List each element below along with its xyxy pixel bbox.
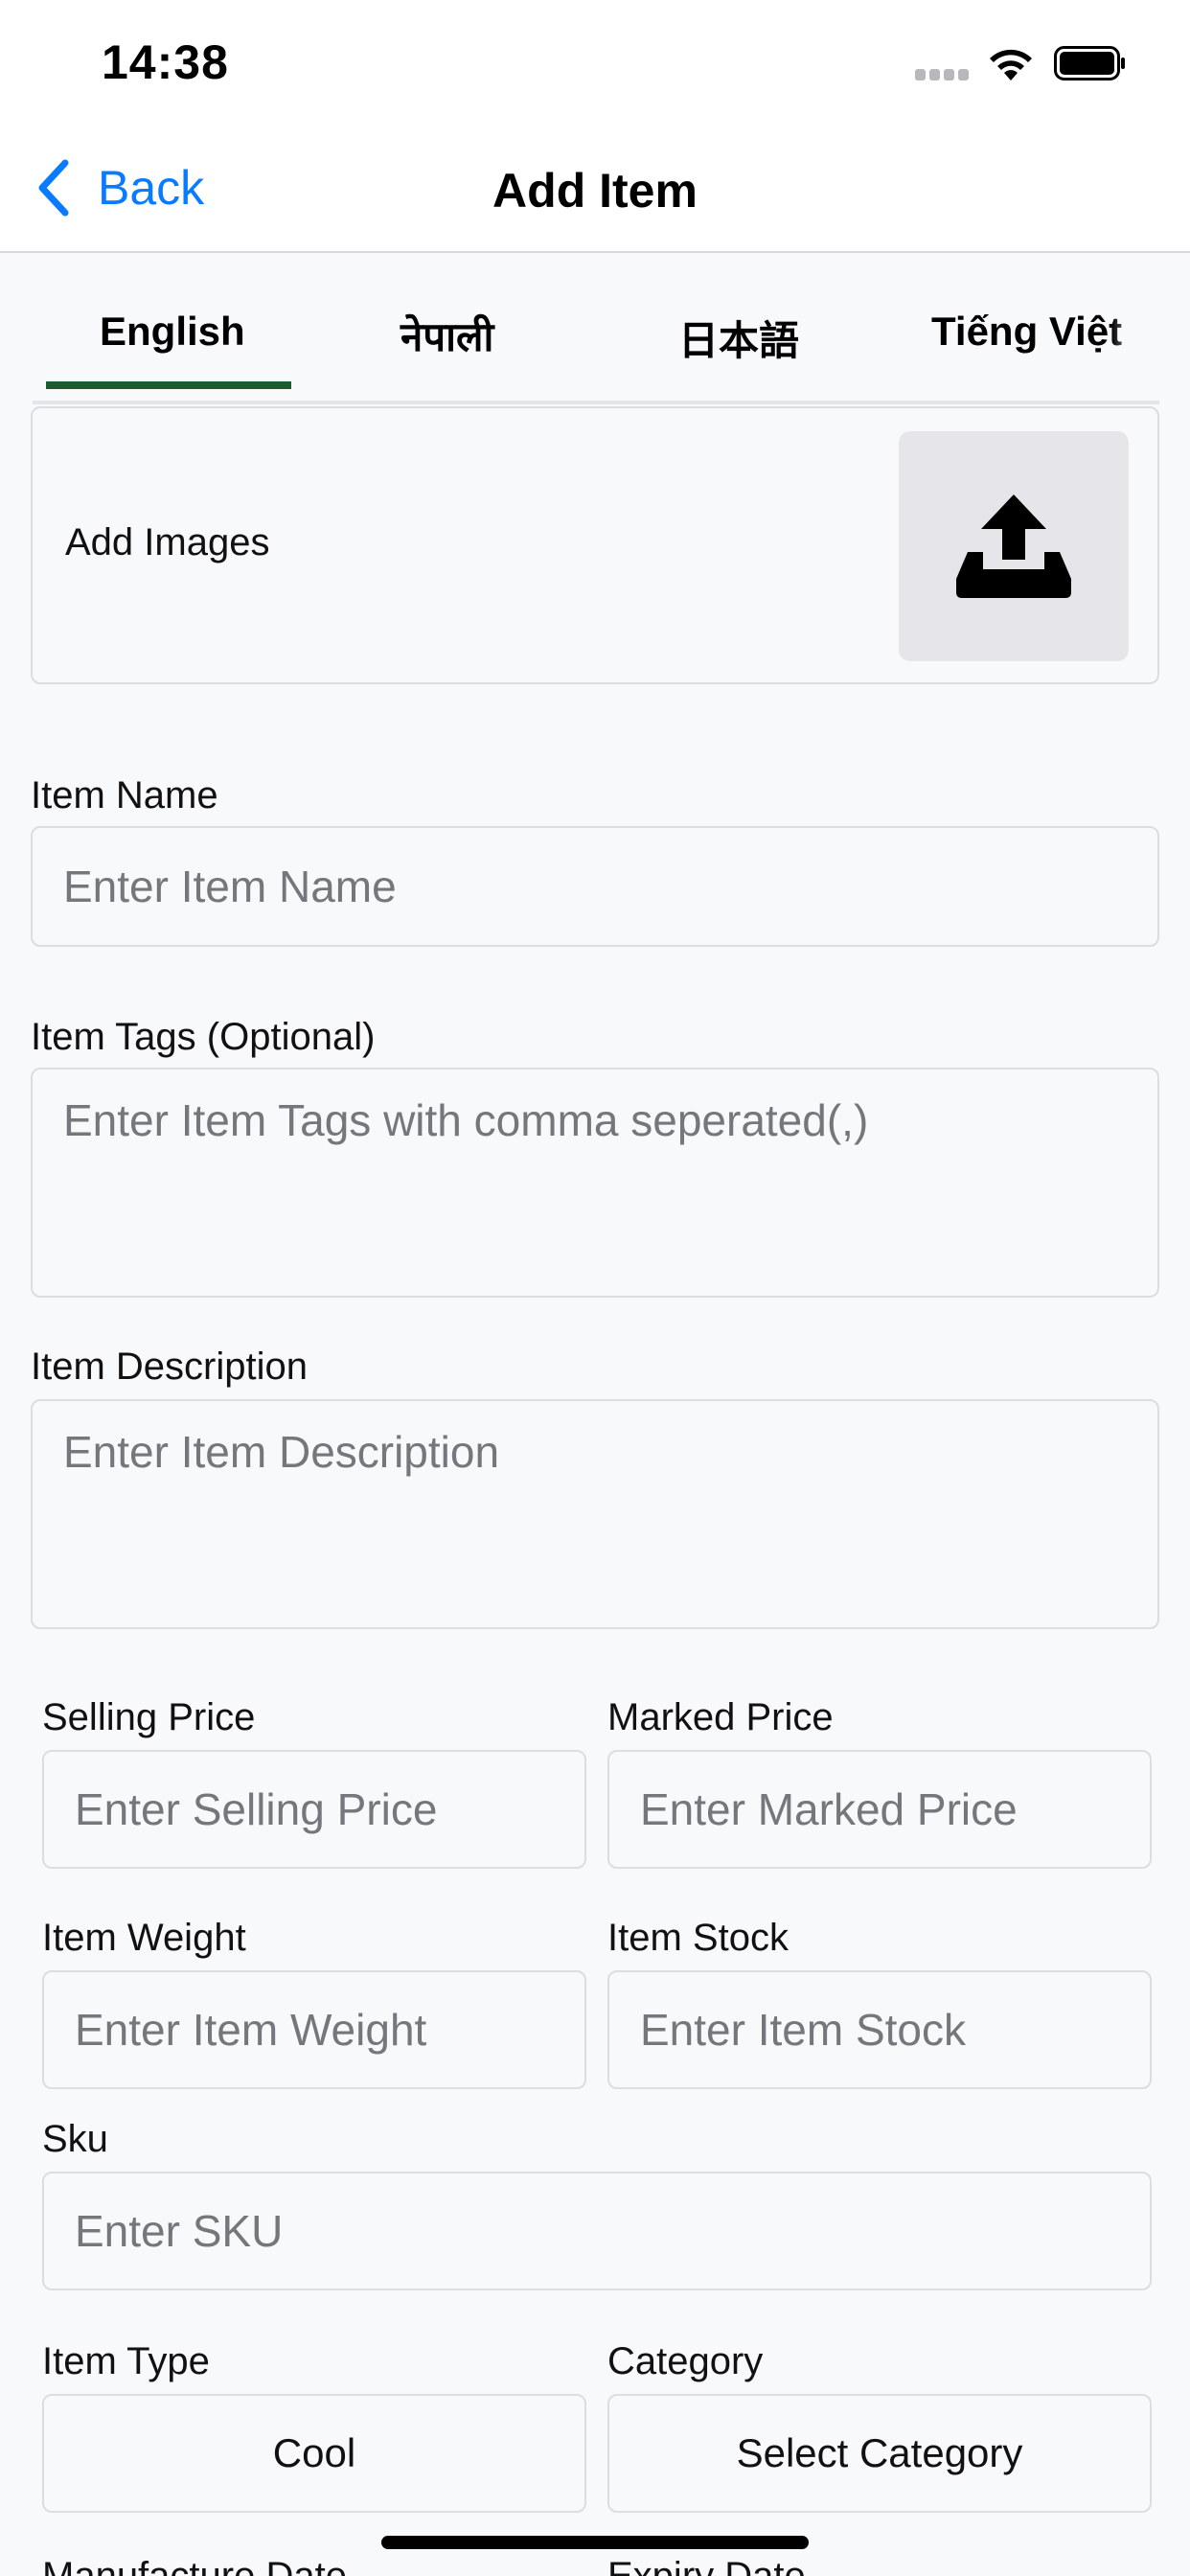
item-description-input[interactable] — [31, 1399, 1159, 1629]
upload-image-button[interactable] — [899, 431, 1129, 661]
item-type-value: Cool — [272, 2430, 356, 2475]
tab-fade — [1111, 291, 1190, 387]
selling-price-input[interactable] — [42, 1750, 586, 1869]
manufacture-date-label: Manufacture Date — [42, 2555, 347, 2576]
sku-label: Sku — [42, 2118, 108, 2160]
category-label: Category — [607, 2340, 764, 2382]
sku-input[interactable] — [42, 2172, 1152, 2290]
add-images-card: Add Images — [31, 406, 1159, 684]
item-tags-label: Item Tags (Optional) — [31, 1016, 376, 1058]
tab-japanese[interactable]: 日本語 — [678, 309, 799, 367]
item-weight-label: Item Weight — [42, 1917, 246, 1959]
expiry-date-label: Expiry Date — [607, 2555, 806, 2576]
signal-dots-icon — [915, 69, 971, 82]
upload-icon — [956, 494, 1071, 598]
tab-divider — [33, 401, 1159, 404]
category-value: Select Category — [736, 2430, 1023, 2475]
navigation-bar: Back Add Item — [0, 125, 1190, 253]
item-name-input[interactable] — [31, 826, 1159, 947]
tab-nepali[interactable]: नेपाली — [400, 309, 493, 363]
marked-price-label: Marked Price — [607, 1696, 834, 1738]
item-stock-input[interactable] — [607, 1970, 1152, 2089]
item-description-label: Item Description — [31, 1346, 308, 1388]
page-title: Add Item — [492, 164, 698, 218]
language-tabs: English नेपाली 日本語 Tiếng Việt — [0, 253, 1190, 404]
marked-price-input[interactable] — [607, 1750, 1152, 1869]
item-weight-input[interactable] — [42, 1970, 586, 2089]
wifi-icon — [990, 49, 1032, 80]
tab-vietnamese[interactable]: Tiếng Việt — [931, 309, 1122, 355]
add-images-label: Add Images — [65, 521, 270, 564]
selling-price-label: Selling Price — [42, 1696, 256, 1738]
item-tags-input[interactable] — [31, 1068, 1159, 1298]
add-item-screen: 14:38 Back Add Item English नेपाली 日本語 T… — [0, 0, 1190, 2576]
item-name-label: Item Name — [31, 774, 218, 816]
battery-icon — [1054, 46, 1125, 80]
status-bar: 14:38 — [0, 0, 1190, 125]
item-type-label: Item Type — [42, 2340, 210, 2382]
item-stock-label: Item Stock — [607, 1917, 789, 1959]
tab-english[interactable]: English — [100, 309, 245, 355]
status-time: 14:38 — [102, 35, 229, 89]
item-type-select[interactable]: Cool — [42, 2394, 586, 2513]
tab-active-indicator — [46, 381, 291, 389]
home-indicator[interactable] — [381, 2536, 809, 2549]
category-select[interactable]: Select Category — [607, 2394, 1152, 2513]
